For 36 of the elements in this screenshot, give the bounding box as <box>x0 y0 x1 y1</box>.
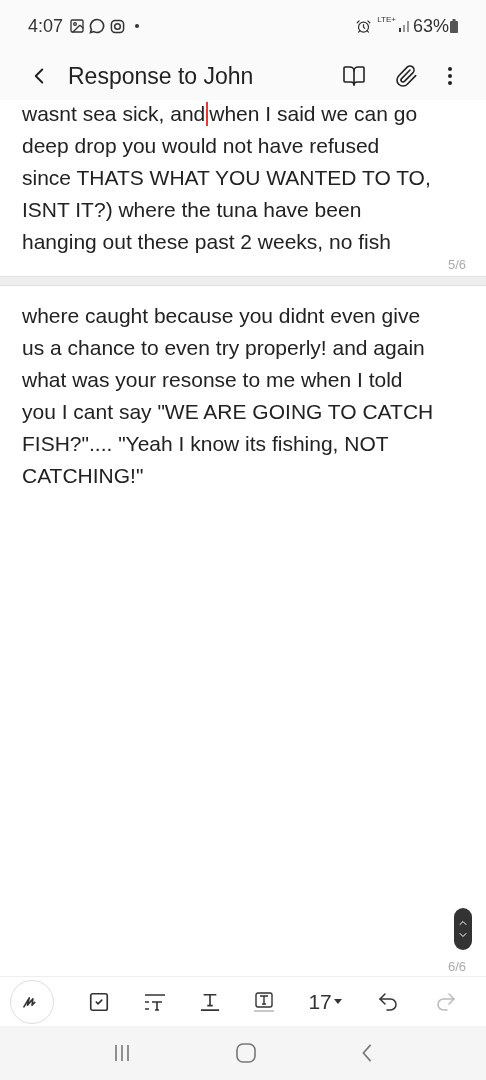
font-size-dropdown[interactable]: 17 <box>308 985 342 1018</box>
status-time: 4:07 <box>28 14 64 38</box>
note-text: us a chance to even try properly! and again <box>22 335 425 362</box>
gallery-icon <box>69 18 86 34</box>
note-text: hanging out these past 2 weeks, no fish <box>22 229 391 256</box>
text-style-button[interactable] <box>144 992 167 1011</box>
note-text: wasnt sea sick, and <box>22 101 206 128</box>
camera-icon <box>110 18 126 34</box>
note-text: ISNT IT?) where the tuna have been <box>22 197 362 224</box>
text-highlight-button[interactable] <box>254 991 275 1012</box>
battery-percent: 63% <box>412 14 449 38</box>
back-nav-button[interactable] <box>361 1044 374 1062</box>
caret-icon <box>333 999 342 1004</box>
checklist-button[interactable] <box>88 990 111 1013</box>
note-text: deep drop you would not have refused <box>22 133 380 160</box>
attach-button[interactable] <box>394 64 418 88</box>
page-number: 6/6 <box>447 957 466 976</box>
note-text: since THATS WHAT YOU WANTED TO TO, <box>22 165 431 192</box>
note-text: what was your resonse to me when I told <box>22 367 403 394</box>
note-text: you I cant say "WE ARE GOING TO CATCH <box>22 399 434 426</box>
recent-apps-button[interactable] <box>112 1044 131 1062</box>
text-format-button[interactable] <box>200 991 221 1012</box>
signal-icon <box>397 20 410 32</box>
battery-icon <box>450 19 458 33</box>
page-number: 5/6 <box>447 255 466 274</box>
note-text: where caught because you didnt even give <box>22 303 421 330</box>
home-button[interactable] <box>236 1043 256 1063</box>
note-text: when I said we can go <box>209 101 418 128</box>
note-text: CATCHING!" <box>22 463 144 490</box>
network-type: LTE+ <box>377 16 396 24</box>
page-scroller[interactable] <box>454 908 472 950</box>
chat-icon <box>89 18 106 34</box>
note-text: FISH?".... "Yeah I know its fishing, NOT <box>22 431 389 458</box>
note-title: Response to John <box>68 61 254 91</box>
alarm-icon <box>356 18 372 34</box>
reading-mode-button[interactable] <box>342 64 366 88</box>
